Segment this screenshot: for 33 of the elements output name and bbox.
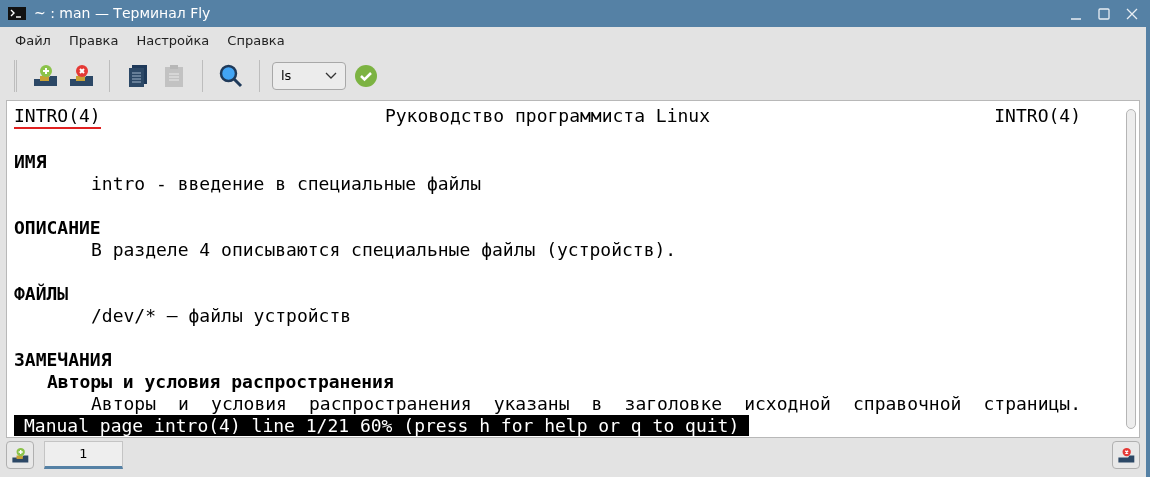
window-title: ~ : man — Терминал Fly (34, 4, 211, 23)
search-icon (219, 64, 243, 88)
command-dropdown[interactable]: ls (272, 62, 346, 90)
tray-plus-icon (11, 446, 29, 464)
subsection-heading: Авторы и условия распространения (47, 371, 394, 392)
new-tab-button[interactable] (6, 441, 34, 469)
menu-item[interactable]: Справка (221, 31, 291, 51)
menu-item[interactable]: Правка (62, 31, 125, 51)
menu-item[interactable]: Настройка (130, 31, 216, 51)
chevron-down-icon (325, 72, 337, 80)
document-icon (129, 65, 147, 87)
close-icon[interactable] (1126, 7, 1138, 20)
tray-x-icon (68, 64, 94, 88)
terminal-icon (8, 7, 26, 20)
paragraph-line: Авторы и условия распространения указаны в заголовке исходной справочной страницы. (91, 393, 1081, 415)
section-heading: ОПИСАНИЕ (14, 217, 101, 238)
section-heading: ФАЙЛЫ (14, 283, 69, 304)
section-heading: ЗАМЕЧАНИЯ (14, 349, 112, 370)
close-tab-button[interactable] (1112, 441, 1140, 469)
checkmark-icon (355, 65, 377, 87)
man-header-right: INTRO(4) (994, 105, 1081, 128)
man-header-left: INTRO(4) (14, 105, 101, 129)
tray-x-icon (1117, 446, 1135, 464)
tray-plus-icon (32, 64, 58, 88)
paragraph-line: /dev/* — файлы устройств (91, 305, 352, 326)
clipboard-icon (165, 65, 183, 87)
paragraph-line: В разделе 4 описываются специальные файлы (устройств). (91, 239, 677, 260)
menu-item[interactable]: Файл (9, 31, 57, 51)
man-header-title: Руководство программиста Linux (384, 105, 711, 128)
maximize-icon[interactable] (1098, 7, 1110, 20)
terminal-tab[interactable]: 1 (44, 441, 123, 469)
section-heading: ИМЯ (14, 151, 47, 172)
paragraph-line: intro - введение в специальные файлы (91, 173, 482, 194)
